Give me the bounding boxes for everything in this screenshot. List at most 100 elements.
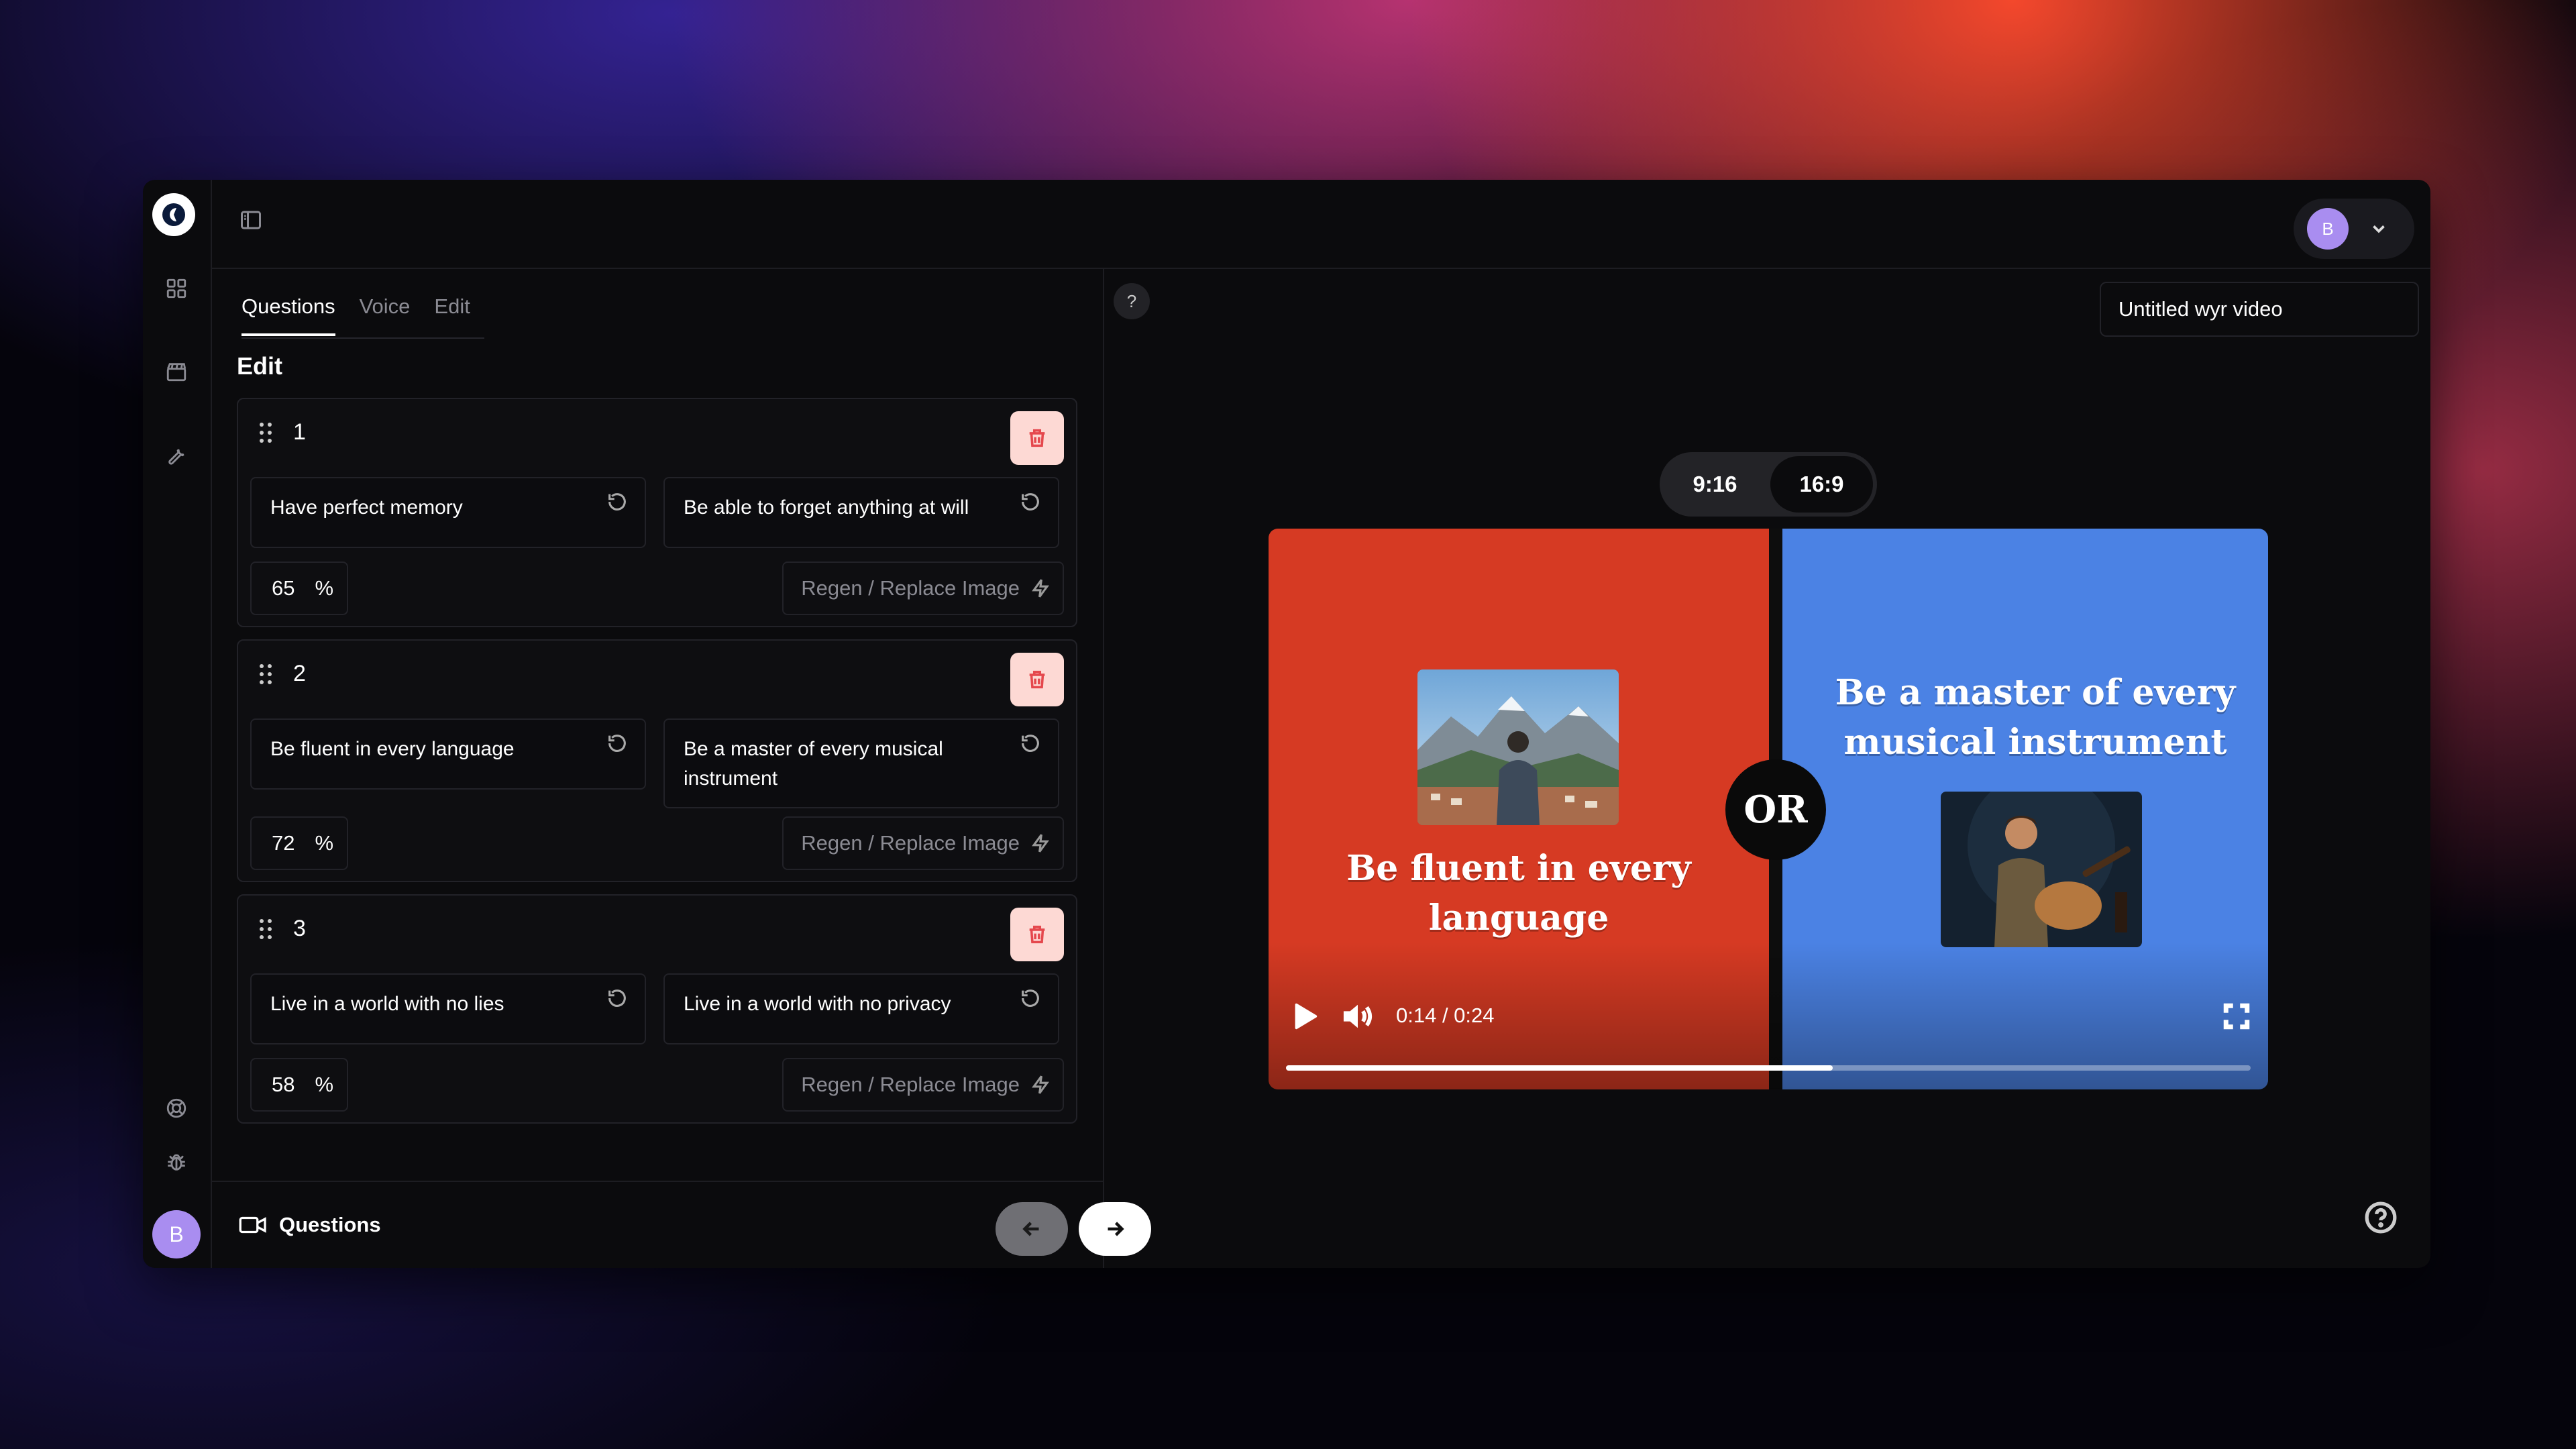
tab-edit[interactable]: Edit: [434, 294, 470, 336]
aspect-9-16-option[interactable]: 9:16: [1664, 456, 1766, 513]
video-preview[interactable]: Be fluent in every language Be a master …: [1269, 529, 2268, 1089]
arrow-left-icon: [1022, 1222, 1039, 1236]
right-option-text: Be a master of every musical instrument: [1835, 672, 2236, 763]
reset-icon[interactable]: [1019, 987, 1043, 1011]
question-number: 1: [293, 419, 306, 445]
question-card: 3 Live in a world with no lies Live in a…: [237, 894, 1077, 1124]
regen-label: Regen / Replace Image: [801, 576, 1020, 600]
panel-footer: Questions: [212, 1181, 1151, 1268]
question-card: 2 Be fluent in every language Be a maste…: [237, 639, 1077, 882]
questions-panel: Questions Voice Edit Edit 1 Have perfect…: [212, 269, 1151, 1268]
option-b-field[interactable]: Be a master of every musical instrument: [663, 718, 1059, 808]
volume-icon[interactable]: [1341, 1001, 1375, 1032]
progress-fill: [1286, 1065, 1833, 1071]
help-circle-icon[interactable]: [2364, 1201, 2398, 1234]
next-button[interactable]: [1079, 1202, 1151, 1256]
tab-bar: Questions Voice Edit: [241, 294, 470, 336]
regen-image-button[interactable]: Regen / Replace Image: [782, 561, 1064, 615]
percent-unit: %: [315, 1073, 334, 1096]
percent-value: 58: [272, 1073, 295, 1096]
delete-question-button[interactable]: [1010, 411, 1064, 465]
tab-divider: [241, 337, 484, 339]
drag-handle-icon[interactable]: [257, 662, 274, 686]
drag-handle-icon[interactable]: [257, 917, 274, 941]
video-controls: 0:14 / 0:24: [1269, 942, 2268, 1089]
fullscreen-icon[interactable]: [2222, 1002, 2251, 1030]
aspect-ratio-toggle: 9:16 16:9: [1660, 452, 1877, 517]
delete-question-button[interactable]: [1010, 908, 1064, 961]
wrench-icon[interactable]: [163, 441, 190, 468]
sidebar-toggle-icon[interactable]: [239, 208, 266, 235]
top-bar: B: [212, 180, 2430, 269]
option-a-field[interactable]: Live in a world with no lies: [250, 973, 646, 1044]
trash-icon: [1029, 429, 1045, 447]
video-title-text: Untitled wyr video: [2118, 297, 2283, 321]
option-b-field[interactable]: Live in a world with no privacy: [663, 973, 1059, 1044]
aspect-16-9-option[interactable]: 16:9: [1770, 456, 1873, 513]
regen-label: Regen / Replace Image: [801, 1073, 1020, 1096]
question-number: 2: [293, 661, 306, 686]
video-title-input[interactable]: Untitled wyr video: [2100, 282, 2419, 337]
lightning-icon: [1032, 579, 1049, 598]
play-icon[interactable]: [1289, 1001, 1320, 1032]
option-b-text: Live in a world with no privacy: [684, 993, 951, 1015]
drag-handle-icon[interactable]: [257, 421, 274, 445]
percent-field[interactable]: 58 %: [250, 1058, 348, 1112]
option-b-text: Be a master of every musical instrument: [684, 738, 943, 790]
question-card: 1 Have perfect memory Be able to forget …: [237, 398, 1077, 627]
chevron-down-icon: [2373, 225, 2385, 233]
percent-value: 72: [272, 831, 295, 855]
question-number: 3: [293, 916, 306, 941]
tab-voice[interactable]: Voice: [360, 294, 411, 336]
arrow-right-icon: [1108, 1222, 1124, 1236]
lightning-icon: [1032, 834, 1049, 853]
reset-icon[interactable]: [606, 732, 630, 756]
percent-unit: %: [315, 831, 334, 855]
reset-icon[interactable]: [606, 987, 630, 1011]
progress-bar[interactable]: [1286, 1065, 2251, 1071]
regen-label: Regen / Replace Image: [801, 831, 1020, 855]
percent-field[interactable]: 72 %: [250, 816, 348, 870]
option-a-text: Be fluent in every language: [270, 738, 515, 760]
app-logo[interactable]: [152, 193, 195, 236]
help-button[interactable]: ?: [1114, 283, 1150, 319]
delete-question-button[interactable]: [1010, 653, 1064, 706]
left-rail: B: [143, 180, 212, 1268]
regen-image-button[interactable]: Regen / Replace Image: [782, 816, 1064, 870]
step-label: Questions: [279, 1213, 381, 1236]
percent-unit: %: [315, 576, 334, 600]
logo-icon: [162, 203, 185, 226]
lifebuoy-icon[interactable]: [163, 1095, 190, 1122]
app-window: B B Questions Voice Edit Edit 1 Have per…: [143, 180, 2430, 1268]
grid-icon[interactable]: [163, 275, 190, 302]
avatar: B: [2307, 208, 2349, 250]
step-indicator: Questions: [239, 1213, 381, 1237]
or-badge: OR: [1725, 759, 1826, 860]
option-a-text: Have perfect memory: [270, 496, 463, 519]
left-option-text: Be fluent in every language: [1346, 848, 1691, 938]
reset-icon[interactable]: [1019, 732, 1043, 756]
percent-value: 65: [272, 576, 295, 600]
guitarist-image: [1941, 792, 2142, 947]
reset-icon[interactable]: [606, 490, 630, 515]
option-a-field[interactable]: Have perfect memory: [250, 477, 646, 548]
video-camera-icon: [239, 1216, 266, 1234]
previous-button[interactable]: [996, 1202, 1068, 1256]
mountain-traveler-image: [1417, 669, 1619, 825]
trash-icon: [1029, 670, 1045, 689]
playback-time: 0:14 / 0:24: [1396, 1004, 1495, 1027]
bug-icon[interactable]: [163, 1148, 190, 1175]
option-a-text: Live in a world with no lies: [270, 993, 504, 1015]
avatar[interactable]: B: [152, 1210, 201, 1258]
percent-field[interactable]: 65 %: [250, 561, 348, 615]
clapperboard-icon[interactable]: [163, 358, 190, 385]
tab-questions[interactable]: Questions: [241, 294, 335, 336]
trash-icon: [1029, 925, 1045, 944]
option-b-field[interactable]: Be able to forget anything at will: [663, 477, 1059, 548]
lightning-icon: [1032, 1075, 1049, 1094]
reset-icon[interactable]: [1019, 490, 1043, 515]
section-title: Edit: [237, 352, 282, 380]
option-a-field[interactable]: Be fluent in every language: [250, 718, 646, 790]
user-menu-button[interactable]: B: [2294, 199, 2414, 259]
regen-image-button[interactable]: Regen / Replace Image: [782, 1058, 1064, 1112]
